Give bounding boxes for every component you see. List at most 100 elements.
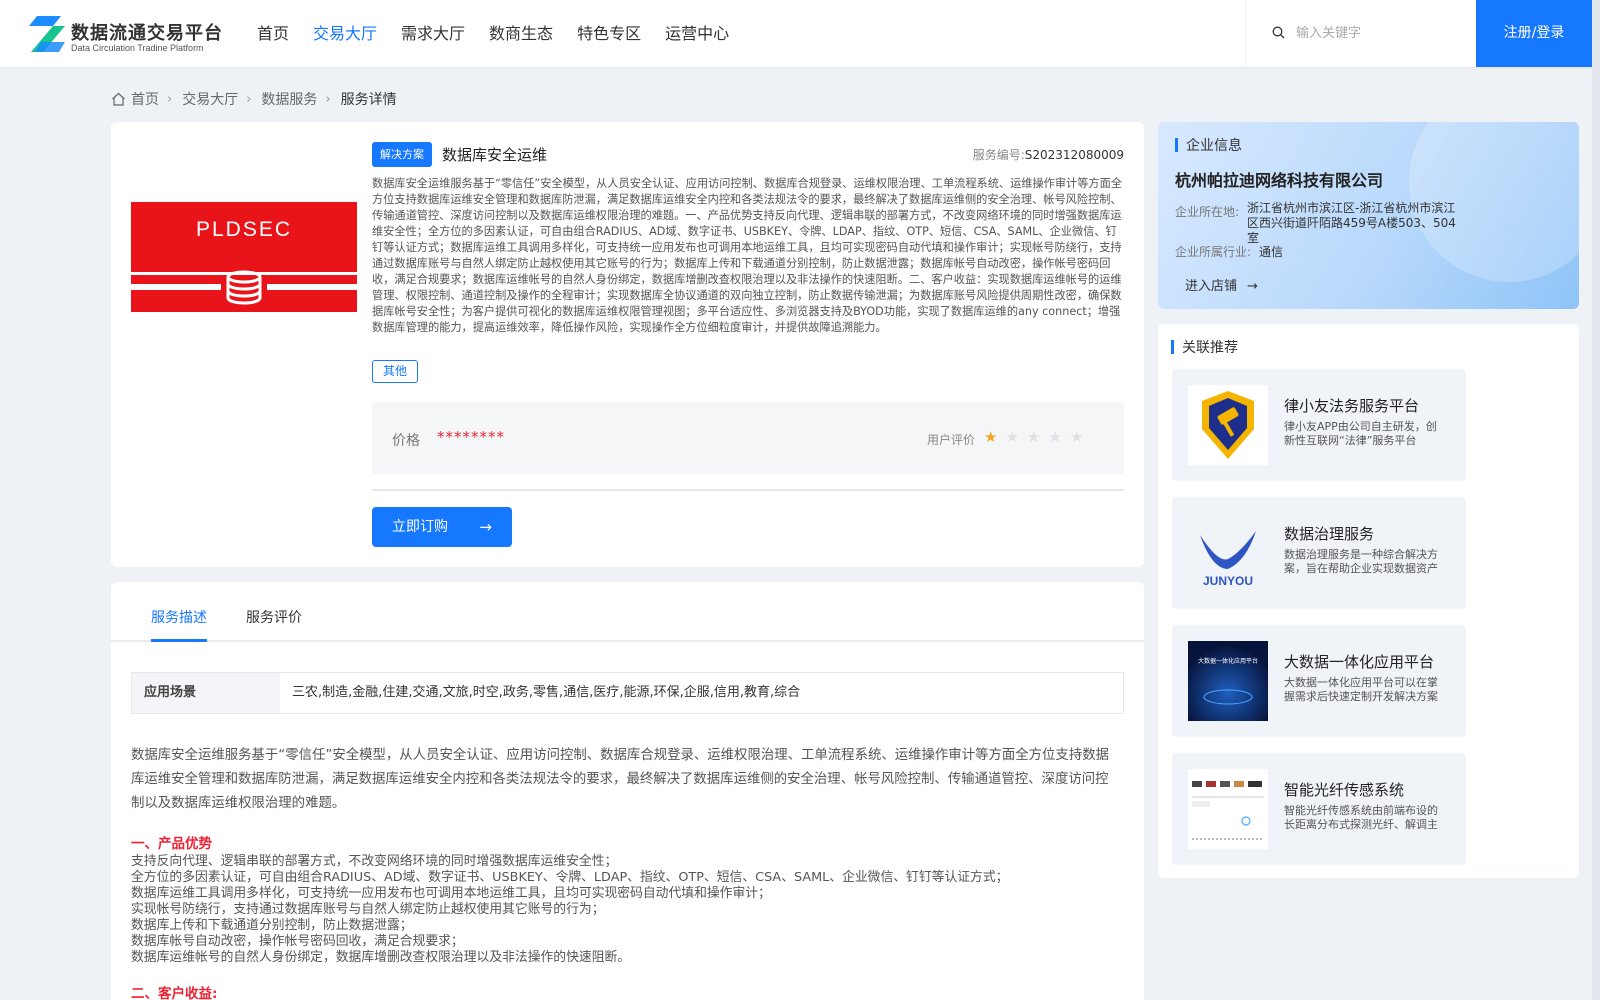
detail-card: 服务描述 服务评价 应用场景 三农,制造,金融,住建,交通,文旅,时空,政务,零…: [111, 582, 1144, 1000]
breadcrumb-home[interactable]: 首页: [131, 89, 159, 109]
list-item: 支持反向代理、逻辑串联的部署方式，不改变网络环境的同时增强数据库运维安全性；: [131, 854, 618, 869]
logo-title: 数据流通交易平台: [71, 23, 223, 44]
scene-table: 应用场景 三农,制造,金融,住建,交通,文旅,时空,政务,零售,通信,医疗,能源…: [131, 672, 1124, 714]
recommend-item[interactable]: 大数据一体化应用平台 大数据一体化应用平台 大数据一体化应用平台可以在掌握需求后…: [1172, 625, 1466, 737]
recommend-item-name: 律小友法务服务平台: [1284, 397, 1420, 415]
enterprise-card: 企业信息 杭州帕拉迪网络科技有限公司 企业所在地: 浙江省杭州市滨江区-浙江省杭…: [1158, 122, 1579, 309]
product-image: PLDSEC: [131, 202, 357, 312]
recommend-item[interactable]: JUNYOU 数据治理服务 数据治理服务是一种综合解决方案，旨在帮助企业实现数据…: [1172, 497, 1466, 609]
login-register-button[interactable]: 注册/登录: [1476, 0, 1592, 67]
search-input[interactable]: [1296, 20, 1456, 46]
scrollbar-track[interactable]: [1592, 0, 1600, 1000]
recommend-item-desc: 数据治理服务是一种综合解决方案，旨在帮助企业实现数据资产的有效管理: [1284, 548, 1438, 575]
location-label: 企业所在地:: [1175, 205, 1240, 219]
price-label: 价格: [392, 433, 420, 449]
order-now-button[interactable]: 立即订购 →: [372, 507, 512, 547]
list-item: 实现帐号防绕行，支持通过数据库账号与自然人绑定防止越权使用其它账号的行为；: [131, 902, 605, 917]
enterprise-section-label: 企业信息: [1186, 138, 1242, 154]
star-icon[interactable]: ★: [1005, 428, 1018, 446]
enterprise-section-title: 企业信息: [1175, 135, 1242, 155]
recommend-card: 关联推荐 律小友法务服务平台 律小友APP由公司自主研发，创新性互联网“法律”服…: [1158, 324, 1579, 878]
law-badge-icon: [1188, 385, 1268, 465]
section-title-advantages: 一、产品优势: [131, 836, 212, 852]
section-title-benefits: 二、客户收益:: [131, 986, 218, 1000]
list-item: 数据库运维工具调用多样化，可支持统一应用发布也可调用本地运维工具，且均可实现密码…: [131, 886, 771, 901]
junyou-logo-icon: JUNYOU: [1188, 513, 1268, 593]
product-description: 数据库安全运维服务基于“零信任”安全模型，从人员安全认证、应用访问控制、数据库合…: [372, 177, 1122, 334]
list-item: 数据库帐号自动改密，操作帐号密码回收，满足合规要求；: [131, 934, 464, 949]
location-value: 浙江省杭州市滨江区-浙江省杭州市滨江区西兴街道阡陌路459号A楼503、504室: [1247, 201, 1456, 245]
nav-featured-zone[interactable]: 特色专区: [577, 0, 641, 67]
service-code-label: 服务编号:: [972, 148, 1025, 162]
industry-label: 企业所属行业:: [1175, 245, 1252, 259]
logo-mark-icon: [29, 16, 65, 52]
recommend-item[interactable]: 智能光纤传感系统 智能光纤传感系统由前端布设的长距离分布式探测光纤、解调主机组成: [1172, 753, 1466, 865]
rating-stars[interactable]: ★ ★ ★ ★ ★: [984, 428, 1091, 446]
top-bar: 数据流通交易平台 Data Circulation Tradine Platfo…: [0, 0, 1600, 67]
nav-trading-hall[interactable]: 交易大厅: [313, 0, 377, 67]
divider: [372, 489, 1124, 491]
breadcrumb-data-service[interactable]: 数据服务: [261, 89, 317, 109]
section-bar: [1171, 340, 1174, 354]
product-image-text: PLDSEC: [196, 218, 292, 241]
main-nav: 首页 交易大厅 需求大厅 数商生态 特色专区 运营中心: [257, 0, 753, 67]
enter-store-label: 进入店铺: [1185, 279, 1238, 294]
logo-subtitle: Data Circulation Tradine Platform: [71, 43, 204, 53]
site-logo[interactable]: 数据流通交易平台 Data Circulation Tradine Platfo…: [29, 14, 229, 54]
arrow-right-icon: →: [479, 518, 492, 536]
recommend-item-desc: 律小友APP由公司自主研发，创新性互联网“法律”服务平台: [1284, 420, 1437, 447]
recommend-item-name: 大数据一体化应用平台: [1284, 653, 1435, 671]
nav-demand-hall[interactable]: 需求大厅: [401, 0, 465, 67]
detail-tabs: 服务描述 服务评价: [111, 582, 1144, 642]
advantage-list: 支持反向代理、逻辑串联的部署方式，不改变网络环境的同时增强数据库运维安全性； 全…: [131, 854, 1121, 966]
junyou-logo-text: JUNYOU: [1203, 574, 1253, 588]
enterprise-name: 杭州帕拉迪网络科技有限公司: [1175, 171, 1384, 190]
industry-value: 通信: [1259, 245, 1284, 259]
price-box: 价格 ******** 用户评价 ★ ★ ★ ★ ★: [372, 402, 1124, 474]
category-tag[interactable]: 其他: [372, 360, 419, 383]
star-icon[interactable]: ★: [1027, 428, 1040, 446]
recommend-section-label: 关联推荐: [1182, 340, 1238, 356]
breadcrumb: 首页 › 交易大厅 › 数据服务 › 服务详情: [111, 89, 405, 109]
search-box: [1245, 0, 1476, 67]
scene-label: 应用场景: [132, 673, 280, 713]
solution-badge: 解决方案: [372, 142, 432, 167]
recommend-item-name: 智能光纤传感系统: [1284, 781, 1405, 799]
service-code-value: S202312080009: [1024, 148, 1124, 162]
nav-home[interactable]: 首页: [257, 0, 289, 67]
star-icon[interactable]: ★: [984, 428, 997, 446]
section-bar: [1175, 138, 1178, 152]
price-value: ********: [437, 428, 505, 446]
detail-intro: 数据库安全运维服务基于“零信任”安全模型，从人员安全认证、应用访问控制、数据库合…: [131, 748, 1109, 811]
chevron-right-icon: ›: [167, 91, 173, 107]
breadcrumb-trading-hall[interactable]: 交易大厅: [182, 89, 238, 109]
recommend-item[interactable]: 律小友法务服务平台 律小友APP由公司自主研发，创新性互联网“法律”服务平台: [1172, 369, 1466, 481]
list-item: 数据库运维帐号的自然人身份绑定，数据库增删改查权限治理以及非法操作的快速阻断。: [131, 950, 631, 965]
service-code: 服务编号:S202312080009: [973, 146, 1124, 163]
product-title: 数据库安全运维: [442, 146, 548, 164]
product-card: PLDSEC 解决方案 数据库安全运维 服务编号:S202312080009 数…: [111, 122, 1144, 567]
home-icon[interactable]: [111, 92, 126, 106]
tab-reviews[interactable]: 服务评价: [246, 607, 302, 627]
enter-store-button[interactable]: 进入店铺 →: [1185, 275, 1258, 294]
star-icon[interactable]: ★: [1048, 428, 1061, 446]
chevron-right-icon: ›: [325, 91, 331, 107]
scene-value: 三农,制造,金融,住建,交通,文旅,时空,政务,零售,通信,医疗,能源,环保,企…: [292, 685, 801, 700]
nav-ecosystem[interactable]: 数商生态: [489, 0, 553, 67]
recommend-item-name: 数据治理服务: [1284, 525, 1375, 543]
order-now-label: 立即订购: [392, 519, 448, 535]
fiber-sensing-thumbnail: [1188, 769, 1268, 849]
breadcrumb-current: 服务详情: [340, 92, 397, 108]
recommend-item-desc: 智能光纤传感系统由前端布设的长距离分布式探测光纤、解调主机组成: [1284, 804, 1438, 831]
thumbnail-text: 大数据一体化应用平台: [1198, 657, 1258, 665]
star-icon[interactable]: ★: [1070, 428, 1083, 446]
recommend-section-title: 关联推荐: [1171, 337, 1238, 357]
recommend-item-desc: 大数据一体化应用平台可以在掌握需求后快速定制开发解决方案: [1284, 676, 1438, 703]
nav-operations-center[interactable]: 运营中心: [665, 0, 729, 67]
search-icon[interactable]: [1272, 26, 1285, 39]
chevron-right-icon: ›: [246, 91, 252, 107]
active-tab-indicator: [151, 639, 207, 642]
arrow-right-icon: →: [1247, 279, 1258, 294]
rating-label: 用户评价: [927, 433, 976, 447]
tab-description[interactable]: 服务描述: [151, 607, 207, 627]
